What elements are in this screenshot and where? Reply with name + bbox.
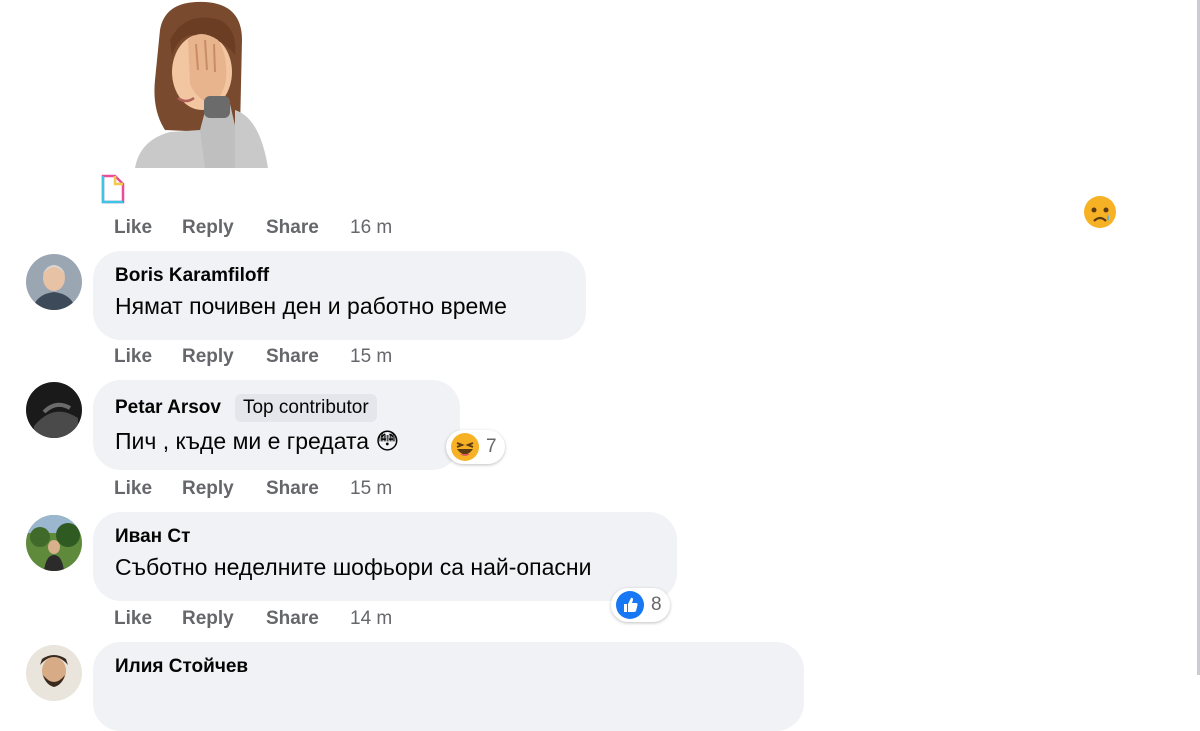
like-button[interactable]: Like <box>114 217 182 239</box>
like-button[interactable]: Like <box>114 346 182 368</box>
top-contributor-badge: Top contributor <box>234 394 377 422</box>
comment-bubble: Илия Стойчев <box>93 642 804 731</box>
share-button[interactable]: Share <box>266 608 350 630</box>
comment-author[interactable]: Petar Arsov Top contributor <box>115 394 438 422</box>
comment-bubble: Иван Ст Съботно неделните шофьори са най… <box>93 512 677 601</box>
comment-author[interactable]: Иван Ст <box>115 526 655 548</box>
comment-timestamp[interactable]: 15 m <box>350 478 392 500</box>
avatar-photo-icon <box>26 254 82 310</box>
reaction-count-pill[interactable]: 8 <box>611 588 670 622</box>
share-button[interactable]: Share <box>266 346 350 368</box>
avatar[interactable] <box>26 254 82 310</box>
reaction-count: 7 <box>486 436 497 457</box>
reply-button[interactable]: Reply <box>182 217 266 239</box>
avatar[interactable] <box>26 382 82 438</box>
comment-bubble: Petar Arsov Top contributor Пич , къде м… <box>93 380 460 470</box>
avatar-photo-icon <box>26 515 82 571</box>
gif-file-icon[interactable] <box>101 174 125 204</box>
avatar[interactable] <box>26 515 82 571</box>
sad-tear-icon <box>1084 196 1116 228</box>
reaction-count: 8 <box>651 594 662 615</box>
like-button[interactable]: Like <box>114 478 182 500</box>
facepalm-sticker <box>135 1 268 168</box>
avatar-photo-icon <box>26 645 82 701</box>
reply-button[interactable]: Reply <box>182 478 266 500</box>
comment-text: Пич , къде ми е гредата 😳 <box>115 428 400 454</box>
comment-text: Нямат почивен ден и работно време <box>115 293 507 319</box>
comment-bubble: Boris Karamfiloff Нямат почивен ден и ра… <box>93 251 586 340</box>
share-button[interactable]: Share <box>266 217 350 239</box>
avatar-photo-icon <box>26 382 82 438</box>
comment-actions: Like Reply Share 16 m <box>114 217 392 239</box>
comment-actions: Like Reply Share 15 m <box>114 478 392 500</box>
reaction-count-pill[interactable]: 7 <box>446 430 505 464</box>
share-button[interactable]: Share <box>266 478 350 500</box>
reply-button[interactable]: Reply <box>182 346 266 368</box>
like-thumb-icon <box>616 591 644 619</box>
comment-timestamp[interactable]: 16 m <box>350 217 392 239</box>
comment-actions: Like Reply Share 15 m <box>114 346 392 368</box>
like-button[interactable]: Like <box>114 608 182 630</box>
comment-timestamp[interactable]: 15 m <box>350 346 392 368</box>
avatar[interactable] <box>26 645 82 701</box>
reply-button[interactable]: Reply <box>182 608 266 630</box>
comment-timestamp[interactable]: 14 m <box>350 608 392 630</box>
comment-text: Съботно неделните шофьори са най-опасни <box>115 554 592 580</box>
laughing-emoji-icon <box>451 433 479 461</box>
comment-actions: Like Reply Share 14 m <box>114 608 392 630</box>
comment-author[interactable]: Boris Karamfiloff <box>115 265 564 287</box>
